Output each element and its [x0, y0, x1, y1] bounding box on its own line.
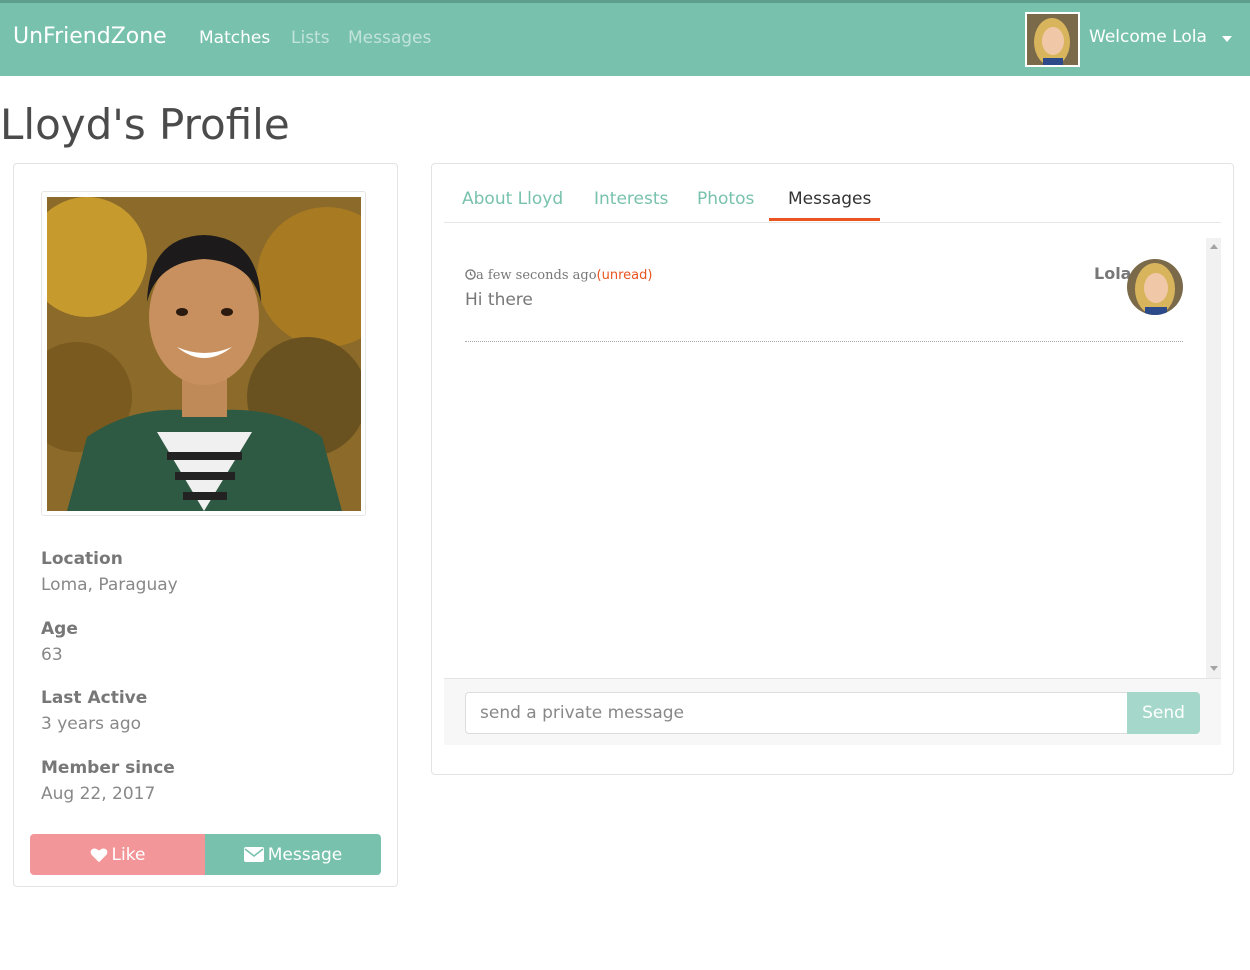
scroll-up-icon[interactable]: [1210, 244, 1218, 249]
message-timestamp: a few seconds ago(unread): [465, 268, 652, 283]
message-unread-badge: (unread): [596, 268, 653, 283]
age-value: 63: [41, 645, 63, 665]
welcome-dropdown[interactable]: Welcome Lola: [1089, 27, 1207, 47]
like-button-label: Like: [111, 844, 146, 865]
sender-avatar: [1127, 259, 1183, 315]
profile-photo: [47, 197, 361, 511]
message-button-label: Message: [267, 844, 343, 865]
profile-card: Location Loma, Paraguay Age 63 Last Acti…: [13, 163, 398, 887]
profile-photo-frame: [41, 191, 366, 516]
page-title: Lloyd's Profile: [0, 100, 290, 149]
message-thread[interactable]: a few seconds ago(unread) Hi there Lola: [444, 238, 1221, 678]
message-input[interactable]: [465, 692, 1128, 734]
nav-link-lists[interactable]: Lists: [291, 28, 330, 48]
age-label: Age: [41, 619, 78, 639]
message-button[interactable]: Message: [205, 834, 381, 875]
envelope-icon: [243, 847, 264, 862]
avatar-image: [1027, 14, 1078, 65]
heart-icon: [90, 847, 107, 862]
message-time-text: a few seconds ago: [476, 268, 597, 283]
profile-tabs: About Lloyd Interests Photos Messages: [444, 164, 1221, 223]
nav-link-messages[interactable]: Messages: [348, 28, 431, 48]
location-label: Location: [41, 549, 123, 569]
message-compose: Send: [444, 678, 1221, 745]
clock-icon: [465, 269, 476, 280]
user-avatar[interactable]: [1025, 12, 1080, 67]
location-value: Loma, Paraguay: [41, 575, 178, 595]
send-button[interactable]: Send: [1127, 692, 1200, 734]
message-scrollbar[interactable]: [1206, 238, 1221, 678]
scroll-down-icon[interactable]: [1210, 666, 1218, 671]
chevron-down-icon[interactable]: [1222, 36, 1232, 42]
tab-interests[interactable]: Interests: [594, 189, 668, 209]
brand-link[interactable]: UnFriendZone: [13, 24, 167, 49]
like-button[interactable]: Like: [30, 834, 205, 875]
tab-messages[interactable]: Messages: [788, 189, 871, 209]
message-divider: [465, 341, 1183, 342]
tab-photos[interactable]: Photos: [697, 189, 754, 209]
navbar: UnFriendZone Matches Lists Messages Welc…: [0, 0, 1250, 76]
member-since-label: Member since: [41, 758, 175, 778]
tabs-card: About Lloyd Interests Photos Messages a …: [431, 163, 1234, 775]
message-text: Hi there: [465, 290, 533, 310]
tab-about[interactable]: About Lloyd: [462, 189, 563, 209]
last-active-value: 3 years ago: [41, 714, 142, 734]
member-since-value: Aug 22, 2017: [41, 784, 156, 804]
active-tab-indicator: [769, 218, 880, 221]
last-active-label: Last Active: [41, 688, 148, 708]
message-sender: Lola: [1094, 264, 1132, 283]
nav-link-matches[interactable]: Matches: [199, 28, 270, 48]
